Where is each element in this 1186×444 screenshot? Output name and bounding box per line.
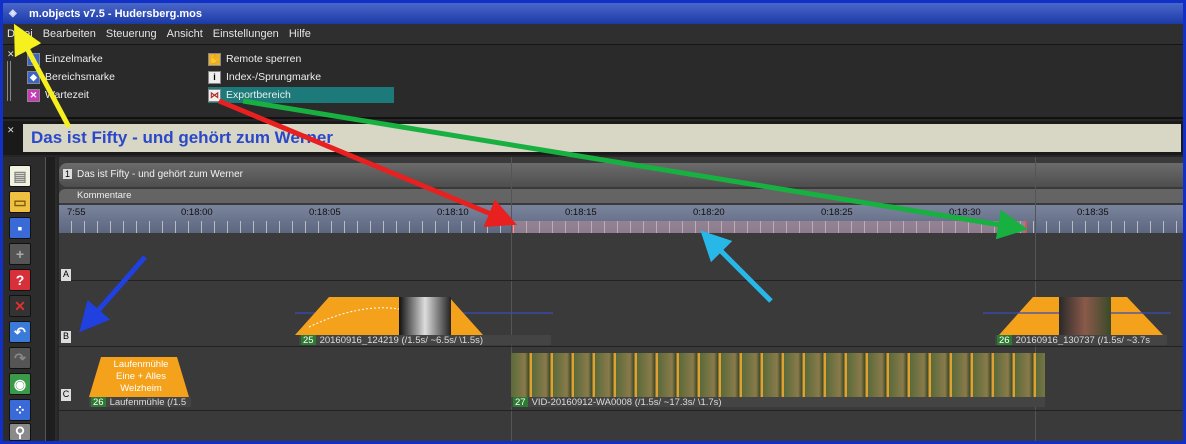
drag-handle[interactable] <box>7 61 11 101</box>
marker-wartezeit[interactable]: ✕ Wartezeit <box>27 87 89 103</box>
delete-icon[interactable]: ✕ <box>9 295 31 317</box>
close-icon[interactable]: ✕ <box>7 49 15 60</box>
clip-thumbnail[interactable] <box>399 297 451 335</box>
ruler-label: 0:18:20 <box>693 207 725 218</box>
close-icon[interactable]: ✕ <box>7 125 15 136</box>
dots-icon[interactable]: ⁘ <box>9 399 31 421</box>
ruler-label: 0:18:30 <box>949 207 981 218</box>
ruler-label: 0:18:10 <box>437 207 469 218</box>
menu-hilfe[interactable]: Hilfe <box>289 28 311 40</box>
marker-bereichsmarke[interactable]: ◆ Bereichsmarke <box>27 69 115 85</box>
globe-icon[interactable]: ◉ <box>9 373 31 395</box>
menu-bearbeiten[interactable]: Bearbeiten <box>43 28 96 40</box>
menu-bar: Datei Bearbeiten Steuerung Ansicht Einst… <box>3 24 1183 45</box>
track-lane-c[interactable]: C Laufenmühle Eine + Alles Welzheim 26 La… <box>59 349 1183 411</box>
menu-datei[interactable]: Datei <box>7 28 33 40</box>
app-window: ◈ m.objects v7.5 - Hudersberg.mos Datei … <box>3 3 1183 441</box>
clip-label[interactable]: 26 20160916_130737 (/1.5s/ ~3.7s <box>995 335 1167 345</box>
open-folder-icon[interactable]: ▭ <box>9 191 31 213</box>
time-ruler[interactable]: 7:55 0:18:00 0:18:05 0:18:10 0:18:15 0:1… <box>59 205 1183 233</box>
title-slide-text: Laufenmühle Eine + Alles Welzheim <box>113 359 169 394</box>
window-title: m.objects v7.5 - Hudersberg.mos <box>29 7 202 20</box>
marker-index[interactable]: i Index-/Sprungmarke <box>208 69 321 85</box>
lock-remote-icon: ✋ <box>208 52 221 66</box>
track-header[interactable]: 1 Das ist Fifty - und gehört zum Werner <box>59 163 1183 187</box>
save-icon[interactable]: ▪ <box>9 217 31 239</box>
export-range-icon: ⋈ <box>208 88 221 102</box>
track-lane-b[interactable]: B 25 20160916_124219 (/1.5s/ ~6.5s/ \1.5s… <box>59 283 1183 347</box>
wait-icon: ✕ <box>27 88 40 102</box>
help-icon[interactable]: ? <box>9 269 31 291</box>
new-file-icon[interactable]: ▤ <box>9 165 31 187</box>
ruler-label: 0:18:05 <box>309 207 341 218</box>
track-lane-a[interactable]: A <box>59 237 1183 281</box>
title-bar: ◈ m.objects v7.5 - Hudersberg.mos <box>3 3 1183 24</box>
left-toolbar: ▤ ▭ ▪ + ? ✕ ↶ ↷ ◉ ⁘ ⚲ <box>3 157 57 441</box>
ruler-label: 0:18:35 <box>1077 207 1109 218</box>
show-title-strip: ✕ Das ist Fifty - und gehört zum Werner <box>3 121 1183 155</box>
ruler-label: 7:55 <box>67 207 86 218</box>
export-range-band[interactable] <box>511 221 1027 233</box>
marker-palette: ✕ ▲ Einzelmarke ◆ Bereichsmarke ✕ Wartez… <box>3 45 1183 119</box>
menu-ansicht[interactable]: Ansicht <box>167 28 203 40</box>
clip-label[interactable]: 26 Laufenmühle (/1.5 <box>89 397 191 407</box>
toolbar-scroll[interactable] <box>45 157 55 441</box>
tool-icon[interactable]: ⚲ <box>9 423 31 441</box>
marker-exportbereich[interactable]: ⋈ Exportbereich <box>208 87 394 103</box>
show-title[interactable]: Das ist Fifty - und gehört zum Werner <box>23 124 1181 152</box>
clip-label[interactable]: 25 20160916_124219 (/1.5s/ ~6.5s/ \1.5s) <box>299 335 551 345</box>
video-clip-frames[interactable] <box>511 353 1045 397</box>
ruler-label: 0:18:15 <box>565 207 597 218</box>
range-marker-icon: ◆ <box>27 70 40 84</box>
marker-einzelmarke[interactable]: ▲ Einzelmarke <box>27 51 103 67</box>
undo-icon[interactable]: ↶ <box>9 321 31 343</box>
single-marker-icon: ▲ <box>27 52 40 66</box>
timeline: 1 Das ist Fifty - und gehört zum Werner … <box>59 157 1183 441</box>
clip-thumbnail[interactable] <box>1059 297 1111 335</box>
ruler-label: 0:18:00 <box>181 207 213 218</box>
ruler-label: 0:18:25 <box>821 207 853 218</box>
index-icon: i <box>208 70 221 84</box>
menu-steuerung[interactable]: Steuerung <box>106 28 157 40</box>
app-icon: ◈ <box>9 7 17 19</box>
menu-einstellungen[interactable]: Einstellungen <box>213 28 279 40</box>
redo-icon[interactable]: ↷ <box>9 347 31 369</box>
add-icon[interactable]: + <box>9 243 31 265</box>
comment-track[interactable]: Kommentare <box>59 189 1183 203</box>
clip-label[interactable]: 27 VID-20160912-WA0008 (/1.5s/ ~17.3s/ \1… <box>511 397 1045 407</box>
marker-remote-sperren[interactable]: ✋ Remote sperren <box>208 51 301 67</box>
